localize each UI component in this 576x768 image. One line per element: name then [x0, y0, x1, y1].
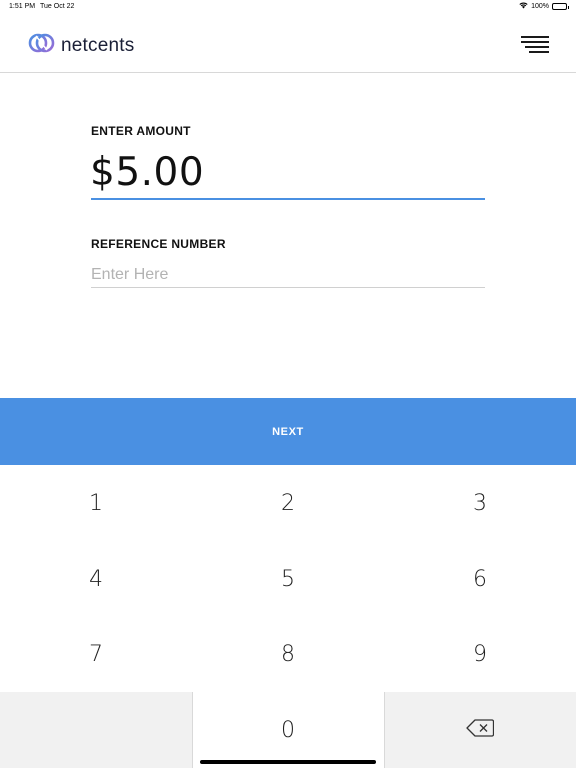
- home-indicator: [200, 760, 376, 764]
- keypad-key-7[interactable]: 7: [0, 616, 192, 692]
- wifi-icon: [519, 2, 528, 11]
- amount-field[interactable]: $5.00: [90, 150, 204, 195]
- next-button[interactable]: NEXT: [0, 398, 576, 465]
- keypad-key-5[interactable]: 5: [192, 541, 384, 617]
- app-header: netcents: [0, 14, 576, 73]
- hamburger-menu-icon: [521, 36, 549, 38]
- backspace-button[interactable]: [384, 692, 576, 768]
- menu-button[interactable]: [521, 36, 549, 54]
- netcents-logo-icon: [28, 32, 55, 59]
- reference-number-input[interactable]: [91, 262, 485, 288]
- status-date: Tue Oct 22: [40, 3, 75, 10]
- keypad-divider: [384, 692, 385, 768]
- keypad-divider: [192, 692, 193, 768]
- keypad-key-6[interactable]: 6: [384, 541, 576, 617]
- backspace-icon: [466, 718, 495, 743]
- netcents-logo[interactable]: netcents: [28, 32, 134, 59]
- keypad-blank-key: [0, 692, 192, 768]
- amount-underline: [91, 198, 485, 200]
- battery-icon: [552, 3, 569, 10]
- keypad-key-0[interactable]: 0: [192, 692, 384, 768]
- brand-name: netcents: [61, 34, 135, 56]
- keypad-key-9[interactable]: 9: [384, 616, 576, 692]
- battery-percent: 100%: [531, 3, 549, 10]
- status-time: 1:51 PM: [9, 3, 36, 10]
- keypad-key-1[interactable]: 1: [0, 465, 192, 541]
- keypad-key-4[interactable]: 4: [0, 541, 192, 617]
- keypad-key-3[interactable]: 3: [384, 465, 576, 541]
- status-bar: 1:51 PM Tue Oct 22 100%: [0, 0, 576, 14]
- status-indicators: 100%: [519, 2, 569, 11]
- reference-label: REFERENCE NUMBER: [91, 237, 226, 251]
- amount-label: ENTER AMOUNT: [91, 124, 191, 138]
- keypad-key-2[interactable]: 2: [192, 465, 384, 541]
- keypad-key-8[interactable]: 8: [192, 616, 384, 692]
